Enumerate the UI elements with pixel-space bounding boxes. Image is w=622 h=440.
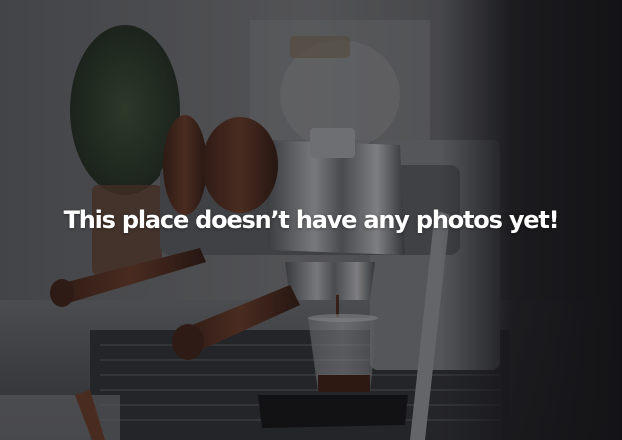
empty-photo-gallery: This place doesn’t have any photos yet!	[0, 0, 622, 440]
empty-state-message: This place doesn’t have any photos yet!	[63, 206, 560, 234]
